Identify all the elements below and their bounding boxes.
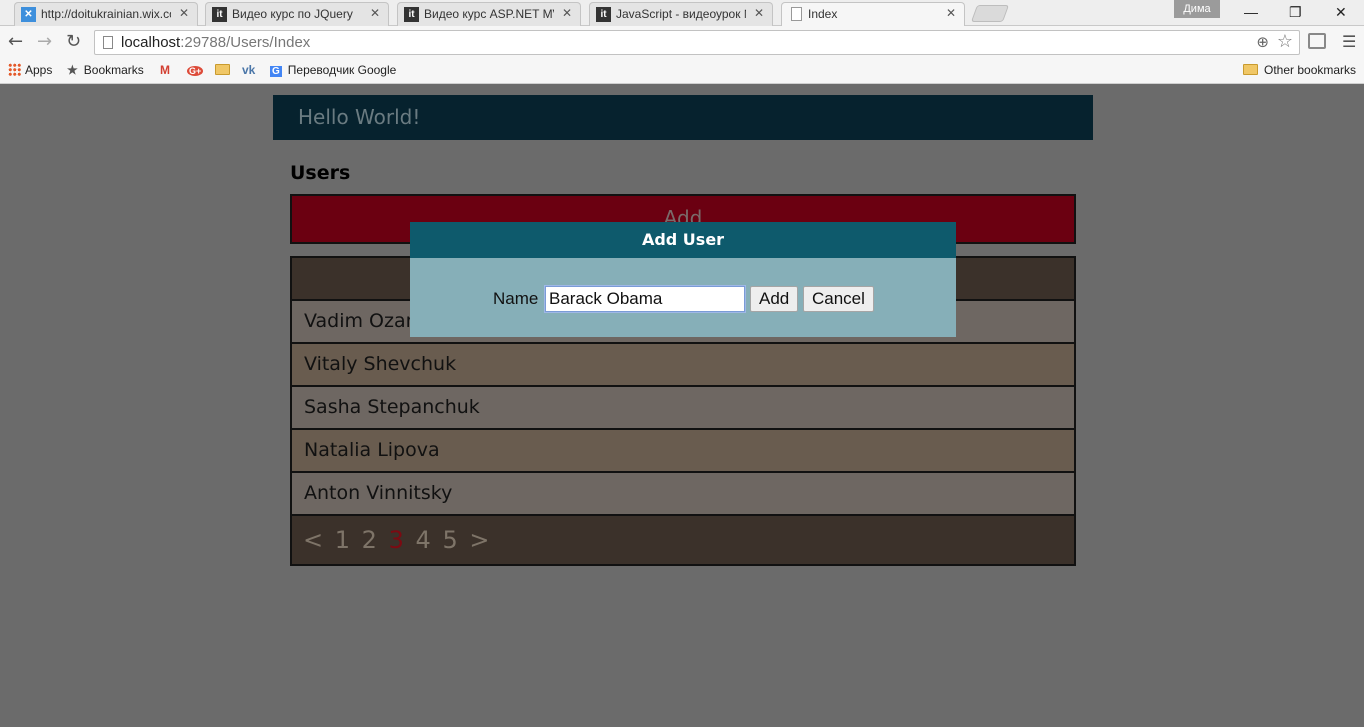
dialog-cancel-button[interactable]: Cancel [803, 286, 874, 312]
star-icon: ★ [67, 63, 78, 77]
vk-icon: vk [242, 63, 256, 77]
users-heading: Users [290, 162, 351, 184]
tab-title: Видео курс по JQuery [232, 7, 353, 21]
dialog-body: Name Add Cancel [410, 258, 956, 337]
name-input[interactable] [544, 285, 746, 313]
bookmark-label: Apps [25, 63, 53, 77]
wix-favicon-icon: ✕ [21, 7, 36, 22]
pager-page[interactable]: 4 [416, 526, 431, 554]
zoom-icon[interactable]: ⊕ [1256, 33, 1269, 51]
dialog-title: Add User [410, 222, 956, 258]
pager-page[interactable]: 2 [362, 526, 377, 554]
forward-arrow-icon[interactable]: → [37, 31, 52, 52]
profile-chip[interactable]: Дима [1174, 0, 1220, 18]
pager: < 1 2 3 4 5 > [292, 516, 1074, 564]
itvdn-favicon-icon: it [404, 7, 419, 22]
bookmark-label: Переводчик Google [287, 63, 397, 77]
table-row[interactable]: Sasha Stepanchuk [292, 387, 1074, 430]
pager-page[interactable]: 1 [335, 526, 350, 554]
table-row[interactable]: Anton Vinnitsky [292, 473, 1074, 516]
table-row[interactable]: Vitaly Shevchuk [292, 344, 1074, 387]
tab-bar: ✕ http://doitukrainian.wix.co ✕ it Видео… [0, 0, 1364, 27]
tab-doitukrainian[interactable]: ✕ http://doitukrainian.wix.co ✕ [14, 2, 198, 26]
minimize-icon[interactable]: — [1244, 4, 1258, 20]
itvdn-favicon-icon: it [596, 7, 611, 22]
name-label: Name [493, 289, 539, 308]
site-title: Hello World! [298, 105, 421, 129]
dialog-add-button[interactable]: Add [750, 286, 799, 312]
bookmark-translator[interactable]: G Переводчик Google [270, 63, 396, 77]
menu-icon[interactable]: ☰ [1342, 32, 1356, 51]
tab-close-icon[interactable]: ✕ [754, 6, 764, 20]
tab-close-icon[interactable]: ✕ [370, 6, 380, 20]
bookmark-other[interactable]: Other bookmarks [1243, 63, 1356, 77]
folder-icon [215, 64, 230, 75]
url-path: :29788/Users/Index [180, 34, 311, 51]
url-host: localhost [121, 34, 181, 51]
url-text[interactable]: localhost:29788/Users/Index [121, 34, 310, 51]
new-tab-button[interactable] [970, 5, 1010, 22]
tab-close-icon[interactable]: ✕ [179, 6, 189, 20]
bookmark-google-plus[interactable]: G+ [187, 63, 209, 77]
tab-index[interactable]: Index ✕ [781, 2, 965, 27]
apps-grid-icon [8, 63, 21, 76]
tab-title: JavaScript - видеоурок № [616, 7, 746, 21]
google-translate-icon: G [270, 66, 282, 77]
add-user-dialog: Add User Name Add Cancel [410, 222, 956, 337]
pager-page-current[interactable]: 3 [389, 526, 404, 554]
tab-title: Index [808, 7, 838, 21]
itvdn-favicon-icon: it [212, 7, 227, 22]
tab-aspnet-course[interactable]: it Видео курс ASP.NET MVC ✕ [397, 2, 581, 26]
close-window-icon[interactable]: ✕ [1335, 4, 1347, 21]
pager-prev[interactable]: < [303, 526, 323, 554]
tab-close-icon[interactable]: ✕ [946, 6, 956, 20]
bookmark-star-icon[interactable]: ☆ [1277, 31, 1293, 52]
tab-title: http://doitukrainian.wix.co [41, 7, 171, 21]
bookmark-apps[interactable]: Apps [8, 63, 52, 77]
browser-toolbar: ← → ↻ localhost:29788/Users/Index ⊕ ☆ ☰ [0, 26, 1364, 58]
table-row[interactable]: Natalia Lipova [292, 430, 1074, 473]
bookmark-label: Bookmarks [83, 63, 144, 77]
bookmark-label: Other bookmarks [1264, 63, 1357, 77]
restore-icon[interactable]: ❐ [1289, 4, 1302, 21]
bookmark-folder[interactable] [215, 63, 236, 77]
tab-javascript-lesson[interactable]: it JavaScript - видеоурок № ✕ [589, 2, 773, 26]
page-icon [103, 36, 113, 49]
page-content: Hello World! Users Add Vadim Ozarko Vita… [0, 85, 1364, 727]
site-header: Hello World! [273, 95, 1093, 140]
back-arrow-icon[interactable]: ← [8, 31, 23, 52]
bookmark-vk[interactable]: vk [242, 63, 261, 77]
folder-icon [1243, 64, 1258, 75]
pager-page[interactable]: 5 [442, 526, 457, 554]
gmail-icon: M [160, 63, 170, 77]
tab-close-icon[interactable]: ✕ [562, 6, 572, 20]
tab-title: Видео курс ASP.NET MVC [424, 7, 554, 21]
bookmark-bookmarks[interactable]: ★ Bookmarks [67, 63, 144, 77]
bookmarks-bar: Apps ★ Bookmarks M G+ vk G Переводчик Goog… [0, 58, 1364, 84]
bookmark-gmail[interactable]: M [160, 63, 176, 77]
google-plus-icon: G+ [187, 66, 204, 76]
document-favicon-icon [791, 7, 802, 21]
reload-icon[interactable]: ↻ [66, 31, 81, 52]
gmail-extension-icon[interactable] [1308, 33, 1326, 49]
address-bar[interactable]: localhost:29788/Users/Index ⊕ ☆ [94, 30, 1300, 55]
pager-next[interactable]: > [469, 526, 489, 554]
tab-jquery-course[interactable]: it Видео курс по JQuery ✕ [205, 2, 389, 26]
